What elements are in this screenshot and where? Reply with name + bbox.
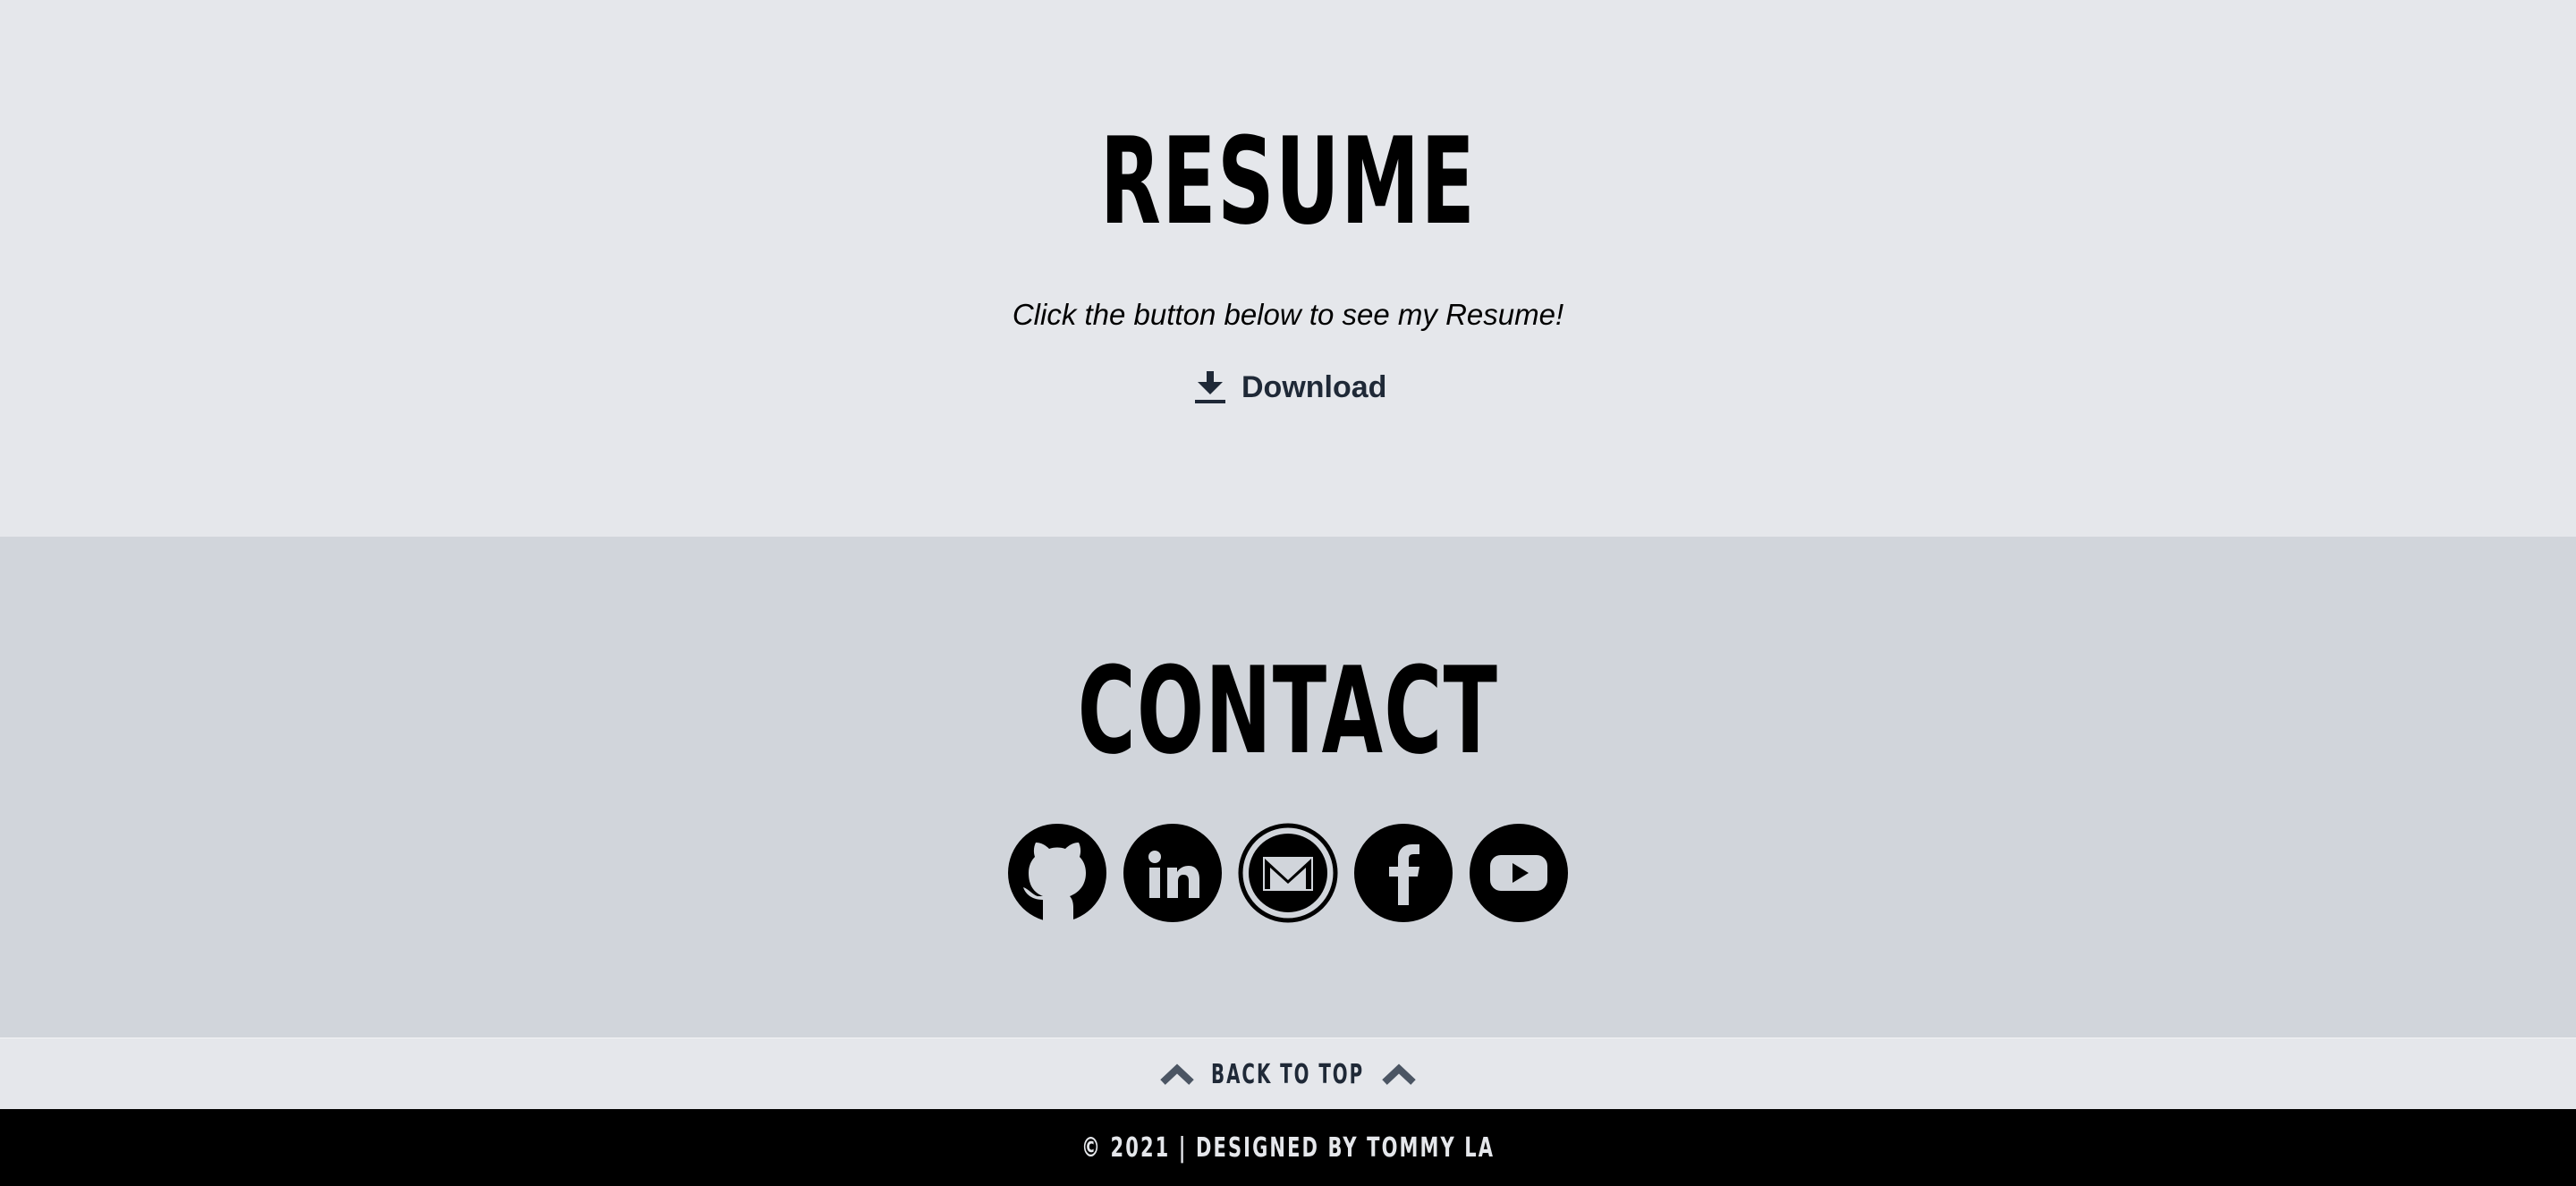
download-label: Download (1241, 369, 1387, 404)
back-to-top-button[interactable]: BACK TO TOP (0, 1038, 2576, 1110)
facebook-icon (1354, 824, 1453, 922)
gmail-link[interactable] (1238, 823, 1338, 923)
linkedin-link[interactable] (1123, 823, 1223, 923)
chevron-up-icon (1381, 1063, 1417, 1086)
youtube-link[interactable] (1469, 823, 1569, 923)
resume-title: RESUME (1099, 112, 1477, 251)
back-to-top-bar: BACK TO TOP (0, 1038, 2576, 1110)
gmail-icon (1238, 823, 1338, 923)
contact-section: CONTACT (0, 537, 2576, 1038)
chevron-up-icon (1159, 1063, 1195, 1086)
download-button[interactable]: Download (1193, 365, 1386, 410)
footer: © 2021 | DESIGNED BY TOMMY LA (0, 1109, 2576, 1186)
social-links (1007, 823, 1569, 923)
footer-copyright: © 2021 | DESIGNED BY TOMMY LA (1080, 1131, 1496, 1164)
github-icon (1008, 824, 1106, 923)
facebook-link[interactable] (1353, 823, 1453, 923)
youtube-icon (1470, 824, 1568, 922)
linkedin-icon (1123, 824, 1222, 922)
resume-section: RESUME Click the button below to see my … (0, 0, 2576, 537)
back-to-top-label: BACK TO TOP (1211, 1058, 1365, 1090)
github-link[interactable] (1007, 823, 1107, 923)
contact-title: CONTACT (1077, 641, 1499, 781)
download-icon (1193, 369, 1227, 405)
resume-subtitle: Click the button below to see my Resume! (1012, 298, 1564, 331)
